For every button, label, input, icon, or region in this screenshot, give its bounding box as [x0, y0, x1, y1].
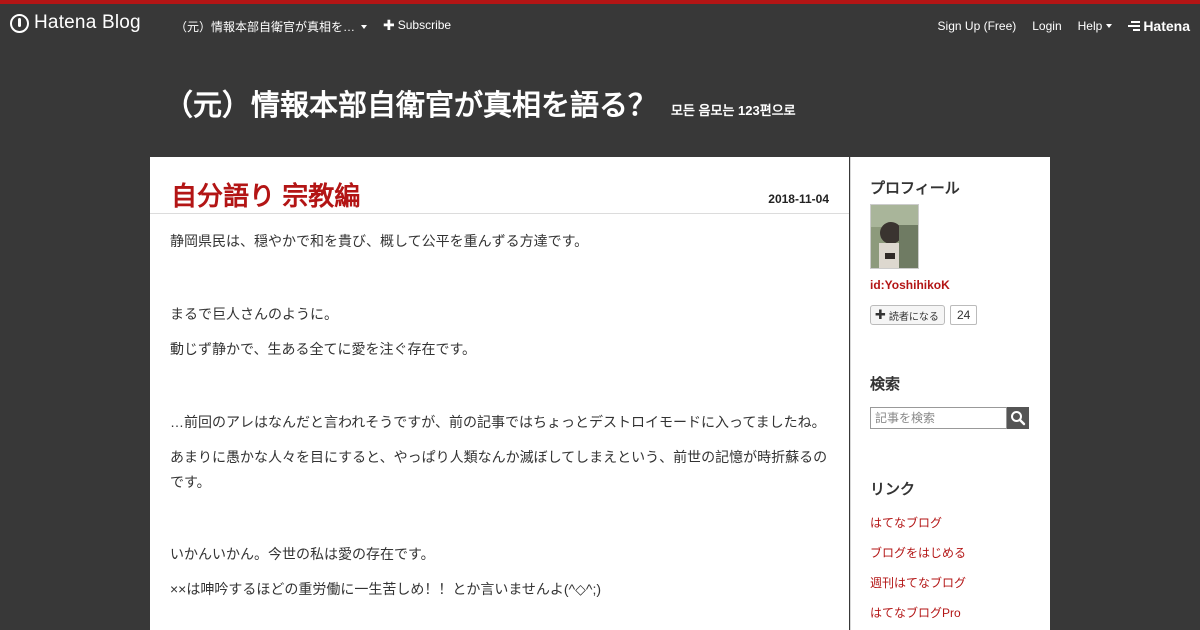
search-icon: [1011, 411, 1026, 426]
entry-paragraph: ××は呻吟するほどの重労働に一生苦しめ！！とか言いませんよ(^◇^;): [170, 581, 602, 597]
sidebar-link[interactable]: 週刊はてなブログ: [870, 574, 966, 591]
hatena-blog-logo[interactable]: Hatena Blog: [10, 12, 141, 34]
profile-user-id[interactable]: id:YoshihikoK: [870, 278, 950, 292]
account-nav: Sign Up (Free) Login Help Hatena: [938, 18, 1190, 34]
reader-button-label: 読者になる: [888, 311, 939, 323]
help-label: Help: [1077, 19, 1103, 33]
help-menu[interactable]: Help: [1078, 19, 1113, 33]
login-link[interactable]: Login: [1032, 19, 1061, 33]
hatena-blog-logo-icon: [10, 13, 29, 33]
entry-paragraph: あまりに愚かな人々を目にすると、やっぱり人類なんか滅ぼしてしまえという、前世の記…: [170, 449, 828, 490]
entry-paragraph: まるで巨人さんのように。: [170, 306, 338, 322]
subscribe-reader-button[interactable]: ✚ 読者になる: [870, 305, 945, 325]
blog-selector-label: （元）情報本部自衛官が真相を…: [175, 20, 356, 34]
sidebar-link[interactable]: はてなブログ: [870, 514, 942, 531]
search-input[interactable]: [870, 407, 1007, 429]
entry-paragraph: …前回のアレはなんだと言われそうですが、前の記事ではちょっとデストロイモードに入…: [170, 414, 826, 430]
sidebar-link[interactable]: はてなブログPro: [870, 604, 961, 621]
entry-title[interactable]: 自分語り 宗教編: [171, 176, 360, 213]
profile-heading: プロフィール: [870, 180, 960, 197]
entry-paragraph: 静岡県民は、穏やかで和を貴び、概して公平を重んずる方達です。: [170, 233, 589, 249]
entry-header: 自分語り 宗教編 2018-11-04: [150, 157, 849, 214]
reader-count[interactable]: 24: [950, 305, 978, 325]
hatena-label: Hatena: [1143, 18, 1190, 34]
hatena-logo[interactable]: Hatena: [1128, 18, 1190, 34]
sidebar: プロフィール id:YoshihikoK ✚ 読者になる 24 検索 リンク は…: [850, 157, 1050, 630]
entry-body: 静岡県民は、穏やかで和を貴び、概して公平を重んずる方達です。 まるで巨人さんのよ…: [170, 229, 835, 602]
entry-paragraph: いかんいかん。今世の私は愛の存在です。: [170, 546, 435, 562]
chevron-down-icon: [1106, 24, 1113, 28]
avatar[interactable]: [870, 204, 919, 269]
entry-date[interactable]: 2018-11-04: [768, 192, 829, 206]
blog-header: （元）情報本部自衛官が真相を語る？ 모든 음모는 123편으로: [164, 82, 796, 124]
blog-title[interactable]: （元）情報本部自衛官が真相を語る？: [164, 82, 657, 124]
blog-selector-dropdown[interactable]: （元）情報本部自衛官が真相を…: [175, 18, 368, 35]
entry-paragraph: 動じず静かで、生ある全てに愛を注ぐ存在です。: [170, 341, 477, 357]
main-content: 自分語り 宗教編 2018-11-04 静岡県民は、穏やかで和を貴び、概して公平…: [150, 157, 849, 630]
blog-description: 모든 음모는 123편으로: [671, 103, 796, 118]
chevron-down-icon: [361, 24, 368, 29]
hatena-mark-icon: [1128, 21, 1141, 31]
subscribe-button[interactable]: ✚ Subscribe: [383, 18, 451, 32]
plus-icon: ✚: [383, 17, 395, 33]
avatar-image: [871, 205, 918, 268]
global-header: Hatena Blog （元）情報本部自衛官が真相を… ✚ Subscribe …: [0, 0, 1200, 44]
links-heading: リンク: [870, 481, 916, 498]
sidebar-link[interactable]: ブログをはじめる: [870, 544, 966, 561]
plus-icon: ✚: [875, 307, 886, 322]
search-button[interactable]: [1007, 407, 1029, 429]
signup-link[interactable]: Sign Up (Free): [938, 19, 1017, 33]
subscribe-label: Subscribe: [397, 18, 452, 32]
brand-name: Hatena Blog: [34, 12, 141, 33]
search-heading: 検索: [870, 376, 901, 393]
